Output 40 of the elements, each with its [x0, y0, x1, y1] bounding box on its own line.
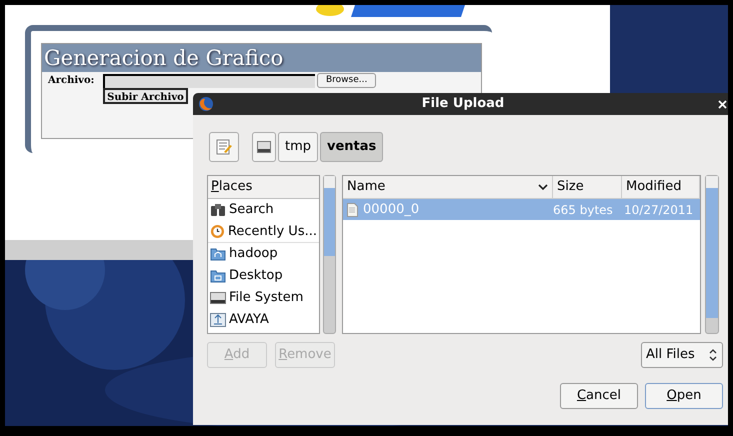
browser-logo-icon — [198, 96, 214, 112]
place-item[interactable]: hadoop — [208, 243, 319, 265]
spinner-arrows-icon — [709, 349, 717, 361]
heading: Generacion de Grafico — [42, 44, 481, 72]
file-size: 665 bytes — [553, 202, 614, 218]
pencil-note-icon — [216, 139, 232, 155]
window-title: File Upload — [422, 95, 504, 114]
document-icon — [347, 202, 358, 216]
drive-button[interactable] — [252, 132, 276, 162]
binoculars-icon — [210, 203, 226, 217]
place-item[interactable]: AVAYA — [208, 309, 319, 331]
drive-icon — [257, 141, 271, 153]
column-header[interactable]: Size — [553, 176, 622, 198]
file-date: 10/27/2011 — [624, 202, 694, 218]
file-name: 00000_0 — [363, 200, 420, 219]
drive-icon — [210, 313, 226, 327]
field-label: Archivo: — [48, 74, 96, 88]
place-item[interactable]: Desktop — [208, 265, 319, 287]
place-item[interactable]: Recently Us... — [208, 221, 319, 243]
path-button[interactable]: tmp — [278, 132, 318, 162]
filter-dropdown[interactable]: All Files — [641, 342, 723, 368]
path-button[interactable]: ventas — [320, 132, 384, 162]
open-button[interactable]: Open — [645, 383, 723, 409]
column-header[interactable]: Places — [208, 176, 319, 199]
close-icon[interactable] — [718, 100, 727, 109]
column-header[interactable]: Modified — [622, 176, 700, 198]
home-folder-icon — [210, 247, 226, 261]
clock-icon — [210, 224, 225, 239]
place-item[interactable]: Search — [208, 199, 319, 221]
column-header[interactable]: Name — [343, 176, 553, 198]
scrollbar[interactable] — [323, 175, 336, 334]
folder-icon — [210, 269, 226, 283]
scrollbar[interactable] — [705, 175, 719, 334]
submit-button[interactable]: Subir Archivo — [103, 88, 188, 104]
edit-location-button[interactable] — [209, 132, 239, 162]
cancel-button[interactable]: Cancel — [560, 383, 638, 409]
place-item[interactable]: File System — [208, 287, 319, 309]
drive-icon — [210, 292, 226, 304]
browse-button[interactable]: Browse... — [317, 73, 376, 88]
file-input-field[interactable] — [103, 74, 315, 88]
